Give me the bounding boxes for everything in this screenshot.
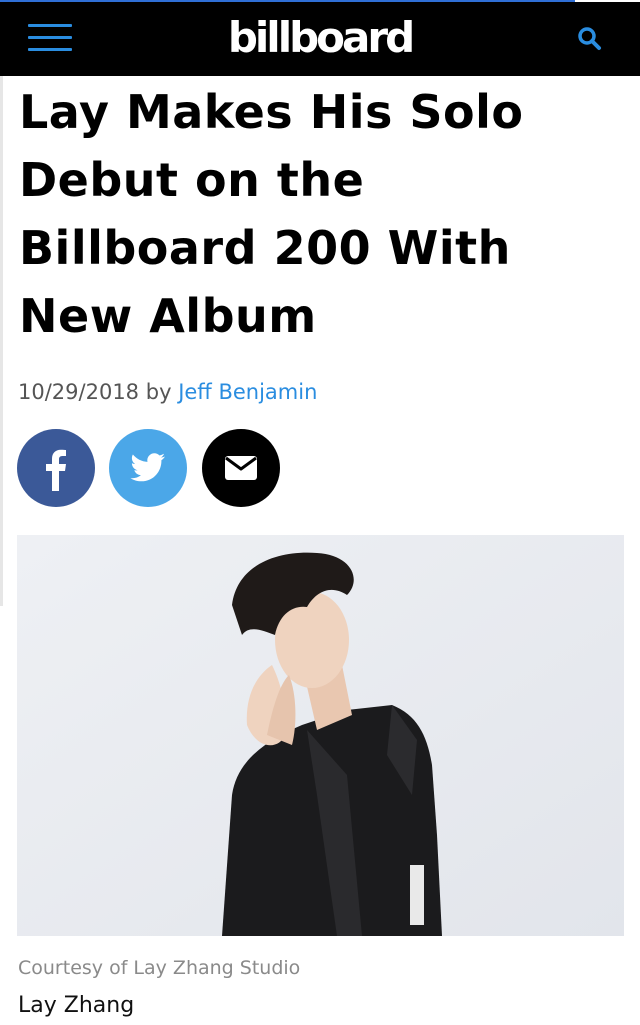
headline-line: New Album: [19, 289, 317, 343]
share-twitter-button[interactable]: [109, 429, 187, 507]
facebook-icon: [46, 449, 66, 491]
photo-caption: Lay Zhang: [18, 993, 135, 1018]
byline-by: by: [145, 380, 172, 404]
share-facebook-button[interactable]: [17, 429, 95, 507]
envelope-icon: [225, 456, 257, 480]
share-email-button[interactable]: [202, 429, 280, 507]
article-photo: [17, 535, 624, 936]
billboard-logo[interactable]: billboard: [0, 12, 640, 64]
portrait-illustration: [17, 535, 624, 936]
twitter-icon: [130, 453, 165, 482]
search-icon[interactable]: [576, 25, 604, 53]
article-headline: Lay Makes His Solo Debut on the Billboar…: [19, 78, 619, 350]
headline-line: Debut on the: [19, 153, 365, 207]
headline-line: Billboard 200 With: [19, 221, 511, 275]
site-header: billboard: [0, 2, 640, 76]
headline-line: Lay Makes His Solo: [19, 85, 524, 139]
author-link[interactable]: Jeff Benjamin: [178, 380, 317, 404]
article-byline: 10/29/2018 by Jeff Benjamin: [18, 380, 317, 404]
page-edge-divider: [0, 76, 3, 606]
photo-credit: Courtesy of Lay Zhang Studio: [18, 957, 301, 979]
publish-date: 10/29/2018: [18, 380, 140, 404]
